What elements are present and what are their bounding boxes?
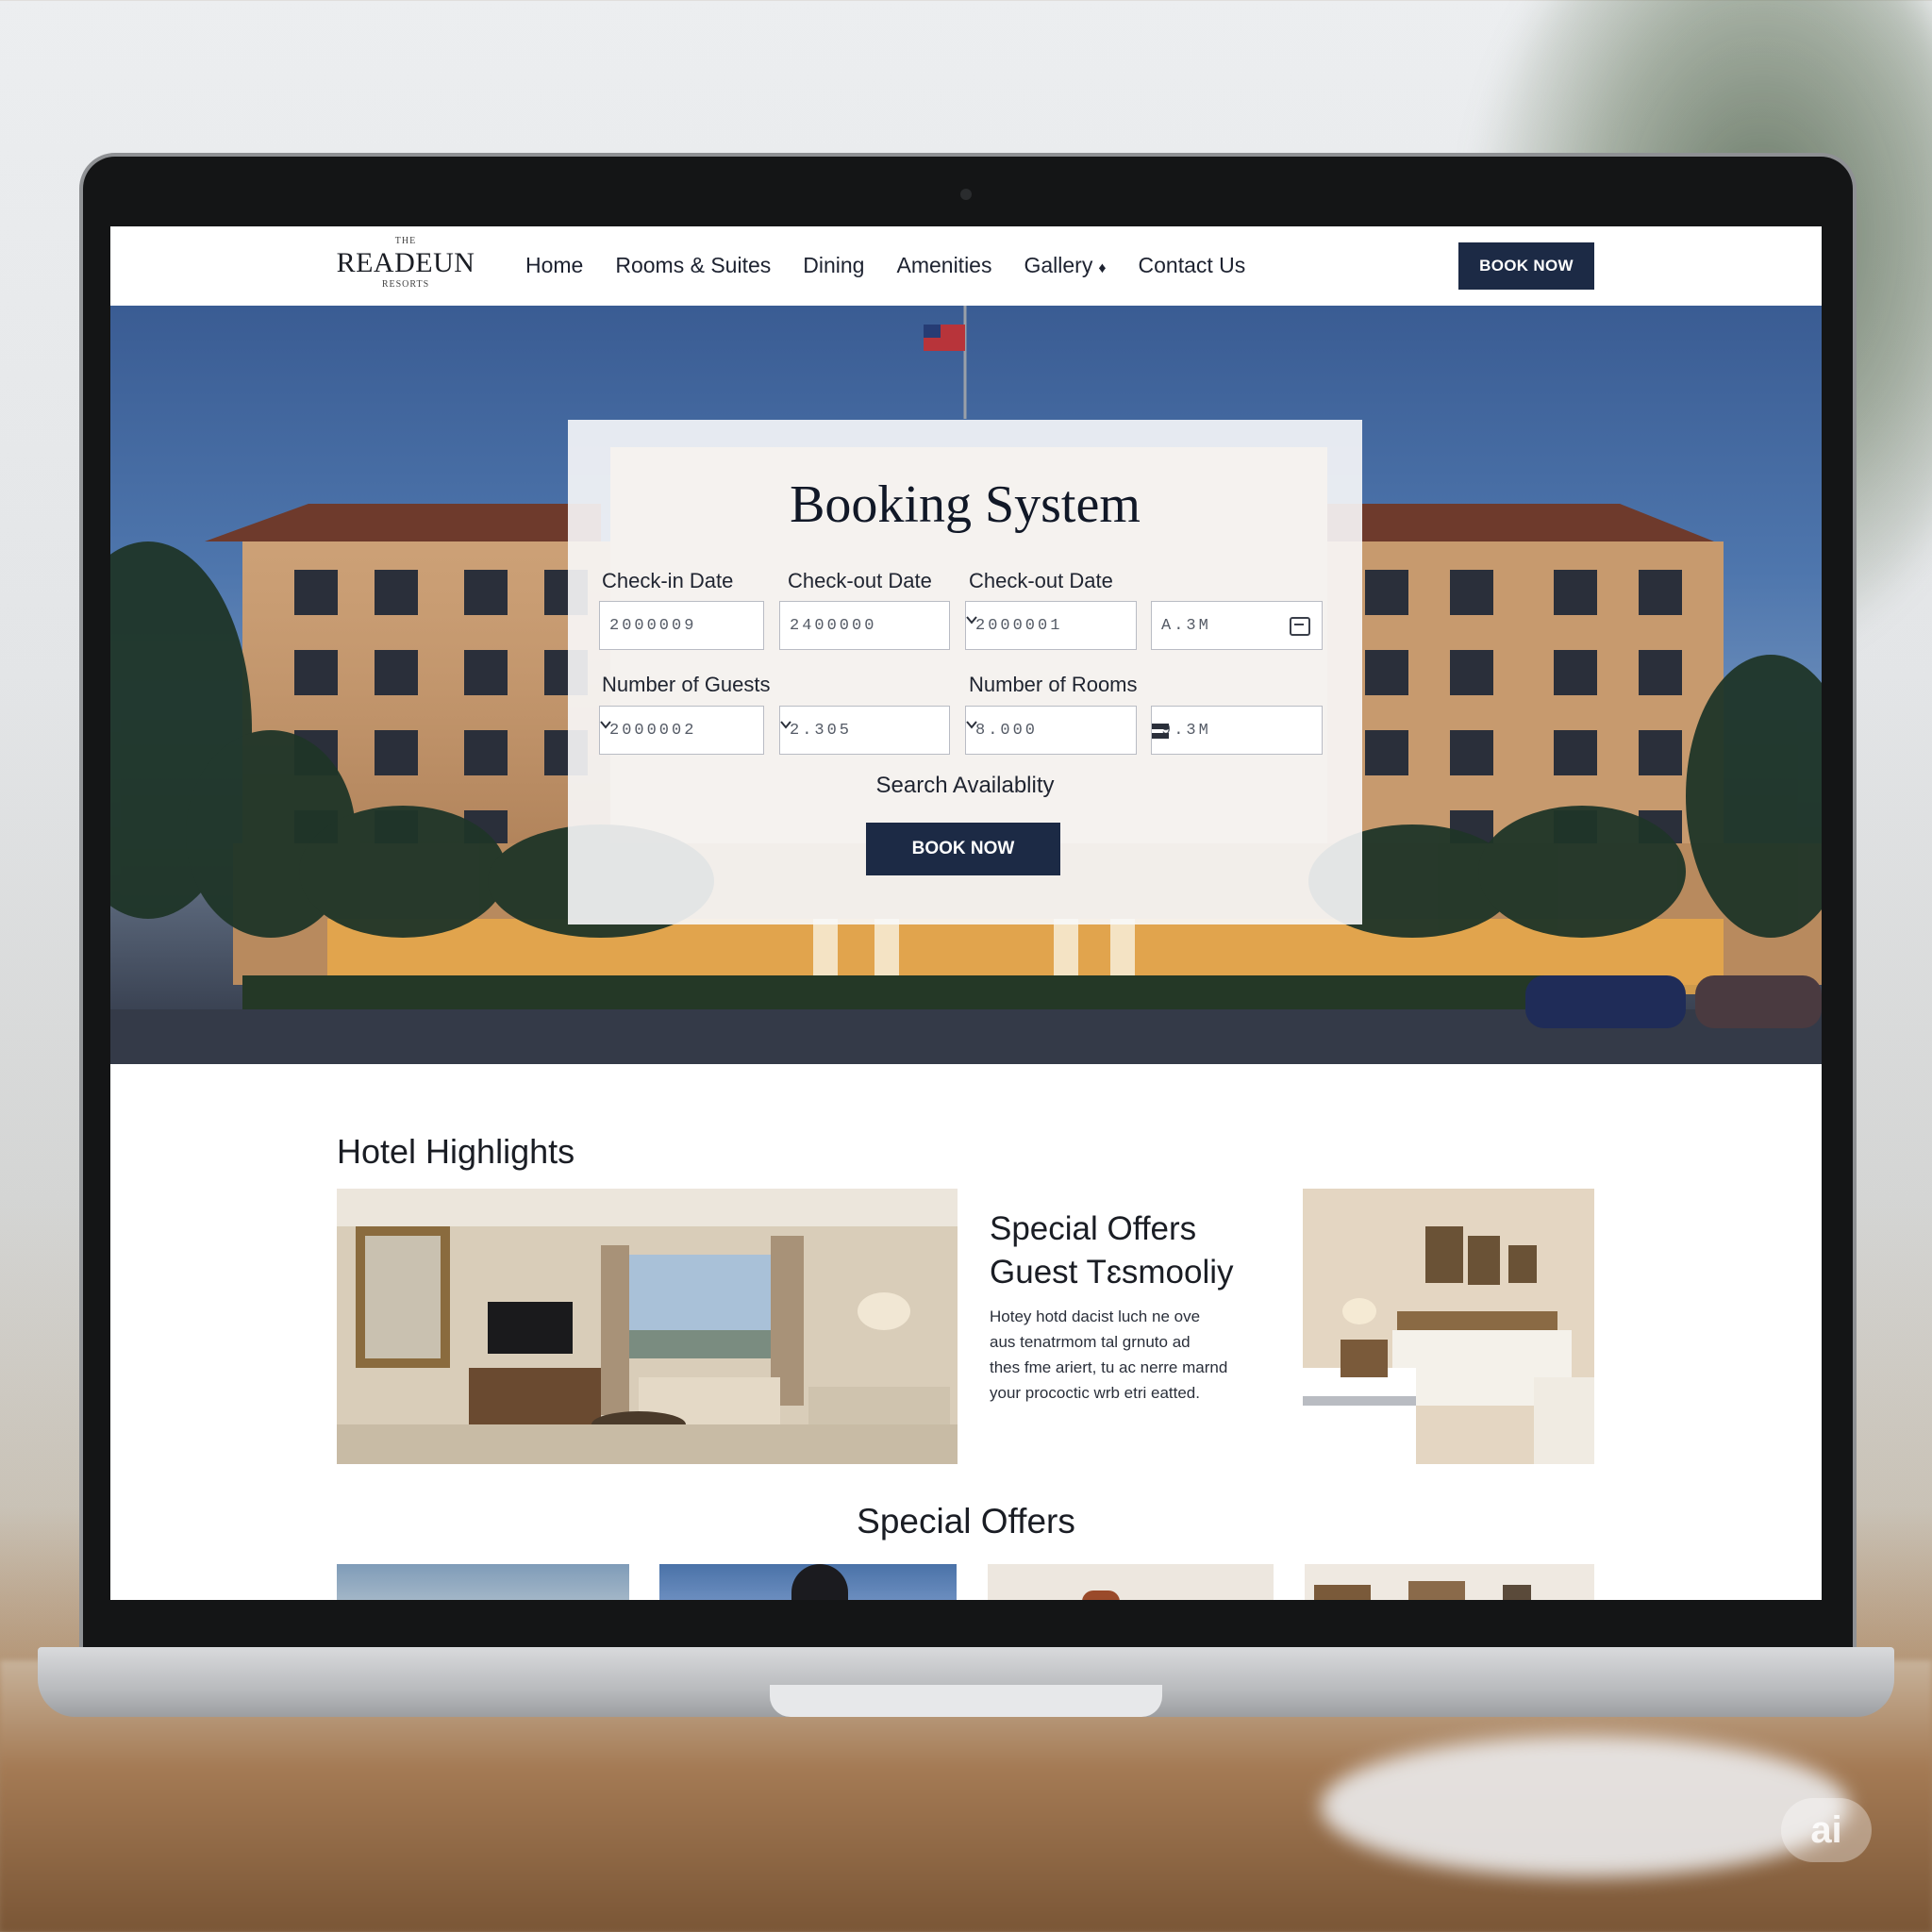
body-line: thes fme ariert, tu ac nerre marnd <box>990 1358 1228 1376</box>
chevron-down-icon <box>780 721 791 729</box>
guests-select-2-value: 2.305 <box>790 721 853 740</box>
body-line: your prococtic wrb etri eatted. <box>990 1384 1200 1402</box>
nav-contact-us[interactable]: Contact Us <box>1139 249 1246 285</box>
logo-tagline-top: THE <box>394 236 417 246</box>
checkin-label: Check-in Date <box>602 569 734 592</box>
highlights-body-text: Hotey hotd dacist luch ne ove aus tenatr… <box>990 1304 1273 1406</box>
nav-amenities[interactable]: Amenities <box>896 249 991 285</box>
guests-select-2[interactable]: 2.305 <box>779 706 950 755</box>
calendar-icon[interactable] <box>1290 617 1310 636</box>
booking-book-now-button[interactable]: BOOK NOW <box>866 823 1060 875</box>
nav-gallery-label: Gallery <box>1024 253 1093 277</box>
webcam <box>960 189 972 200</box>
search-availability-label: Search Availablity <box>875 773 1055 798</box>
logo-wordmark: READEUN <box>336 247 475 278</box>
guests-label: Number of Guests <box>602 673 771 696</box>
checkout-date-input[interactable]: 2400000 <box>779 601 950 650</box>
highlights-offers-heading: Special Offers <box>990 1210 1197 1247</box>
offer-card-image[interactable] <box>659 1564 957 1600</box>
rooms-time-input[interactable]: 9.3M <box>1151 706 1323 755</box>
offer-card-image[interactable] <box>988 1564 1274 1600</box>
offer-card-image[interactable] <box>337 1564 629 1600</box>
body-line: Hotey hotd dacist luch ne ove <box>990 1307 1201 1325</box>
living-room-photo <box>337 1189 958 1464</box>
ai-watermark: ai <box>1781 1798 1872 1862</box>
bedroom-photo <box>1303 1189 1594 1464</box>
hero-section: Booking System Check-in Date Check-out D… <box>110 306 1822 1064</box>
hotel-highlights-title: Hotel Highlights <box>337 1132 575 1171</box>
checkout-label: Check-out Date <box>788 569 932 592</box>
checkout-label-2: Check-out Date <box>969 569 1113 592</box>
background-mouse <box>1321 1736 1849 1877</box>
checkin-date-input[interactable]: 2000009 <box>599 601 764 650</box>
rooms-select[interactable]: 8.000 <box>965 706 1137 755</box>
special-offers-title: Special Offers <box>857 1502 1075 1541</box>
time-value: A.3M <box>1161 616 1211 635</box>
rooms-select-value: 8.000 <box>975 721 1039 740</box>
nav-gallery[interactable]: Gallery ♦ <box>1024 249 1106 285</box>
booking-form: Booking System Check-in Date Check-out D… <box>568 420 1362 924</box>
body-line: aus tenatrmom tal grnuto ad <box>990 1333 1191 1351</box>
nav-home[interactable]: Home <box>525 249 583 285</box>
checkout-date-select[interactable]: 2000001 <box>965 601 1137 650</box>
nav-dining[interactable]: Dining <box>803 249 864 285</box>
header-book-now-button[interactable]: BOOK NOW <box>1458 242 1594 290</box>
guests-select-value: 2000002 <box>609 721 697 740</box>
logo-tagline-bottom: RESORTS <box>381 279 430 290</box>
guests-select[interactable]: 2000002 <box>599 706 764 755</box>
rooms-label: Number of Rooms <box>969 673 1138 696</box>
guest-testimonial-heading: Guest Tɛsmooliy <box>990 1254 1234 1291</box>
main-nav: Home Rooms & Suites Dining Amenities Gal… <box>525 249 1277 285</box>
nav-rooms-suites[interactable]: Rooms & Suites <box>615 249 771 285</box>
checkin-time-input[interactable]: A.3M <box>1151 601 1323 650</box>
chevron-down-icon <box>600 721 611 729</box>
checkout-select-value: 2000001 <box>975 616 1063 635</box>
chevron-down-icon <box>966 616 977 625</box>
gallery-dropdown-icon: ♦ <box>1098 260 1107 276</box>
site-header: THE READEUN RESORTS Home Rooms & Suites … <box>110 226 1822 306</box>
stepper-icon[interactable] <box>1152 722 1169 741</box>
offer-card-image[interactable] <box>1305 1564 1594 1600</box>
laptop-notch <box>770 1685 1162 1717</box>
chevron-down-icon <box>966 721 977 729</box>
booking-title: Booking System <box>790 475 1141 534</box>
site-logo[interactable]: THE READEUN RESORTS <box>335 236 476 291</box>
browser-viewport: THE READEUN RESORTS Home Rooms & Suites … <box>110 226 1822 1600</box>
